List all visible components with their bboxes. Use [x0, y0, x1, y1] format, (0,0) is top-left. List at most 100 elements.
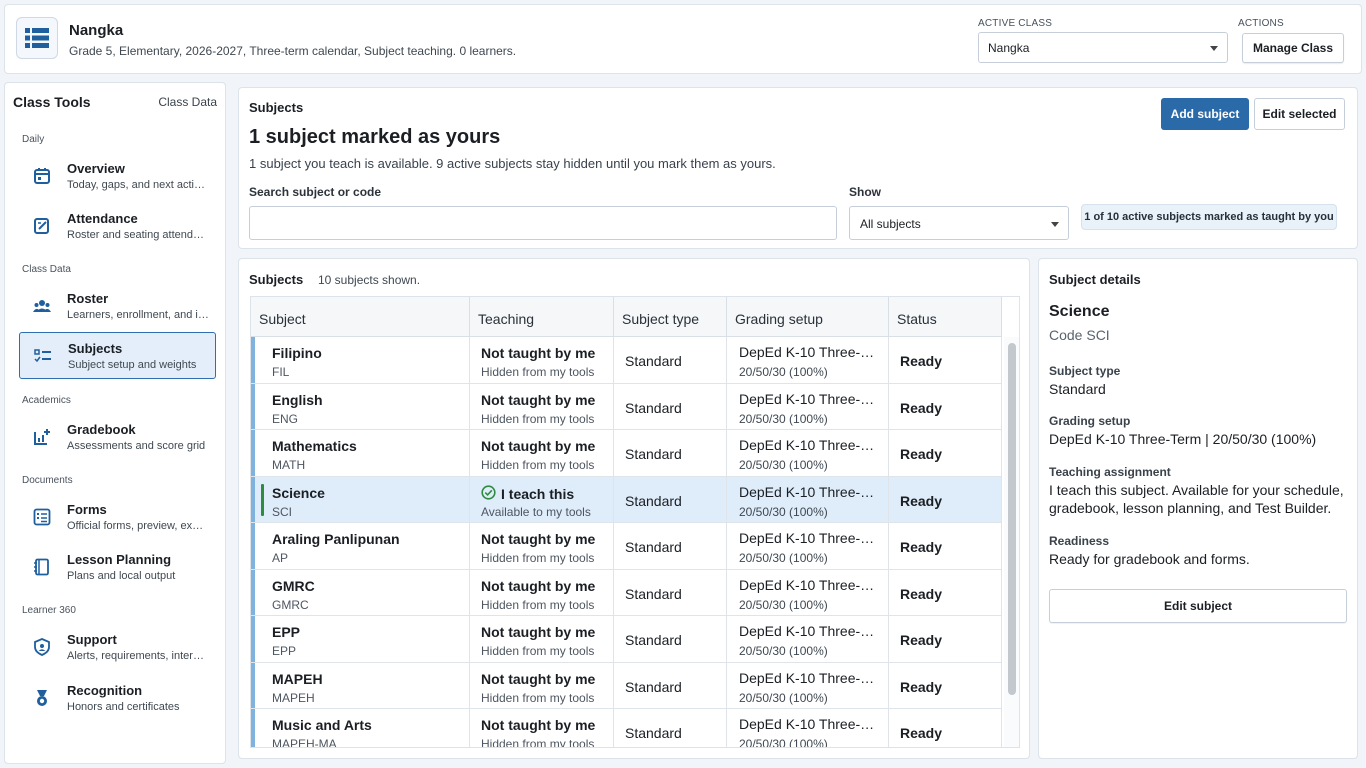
section-label-daily: Daily [22, 134, 45, 145]
calendar-icon [32, 166, 52, 186]
column-header-teaching[interactable]: Teaching [470, 297, 614, 337]
status-cell: Ready [889, 337, 1002, 383]
sidebar-item-support[interactable]: Support Alerts, requirements, interventi… [19, 624, 216, 671]
table-row[interactable]: MAPEH MAPEH Not taught by me Hidden from my… [251, 662, 1002, 709]
column-header-subject-type[interactable]: Subject type [614, 297, 727, 337]
add-subject-button[interactable]: Add subject [1161, 98, 1249, 130]
grading-setup-cell: DepEd K-10 Three-Term 20/50/30 (100%) [727, 337, 889, 383]
column-header-status[interactable]: Status [889, 297, 1002, 337]
teaching-cell[interactable]: I teach this Available to my tools [470, 476, 614, 522]
scrollbar[interactable] [1004, 337, 1019, 747]
subject-type: Standard [625, 446, 682, 462]
status-cell: Ready [889, 662, 1002, 708]
teaching-status: Not taught by me [481, 345, 595, 361]
subject-code: SCI [272, 504, 293, 519]
grading-setup: DepEd K-10 Three-Term [739, 390, 879, 407]
column-header-subject[interactable]: Subject [251, 297, 470, 337]
teaching-cell[interactable]: Not taught by me Hidden from my tools [470, 709, 614, 747]
subject-code: GMRC [272, 597, 309, 612]
active-class-select[interactable]: Nangka [978, 32, 1228, 63]
table-row[interactable]: EPP EPP Not taught by me Hidden from my too… [251, 616, 1002, 663]
teaching-cell[interactable]: Not taught by me Hidden from my tools [470, 569, 614, 615]
class-data-link[interactable]: Class Data [158, 95, 217, 109]
subject-type-label: Subject type [1049, 364, 1121, 378]
grading-weights: 20/50/30 (100%) [739, 504, 828, 519]
sidebar-title: Class Tools [13, 94, 91, 110]
table-row[interactable]: Mathematics MATH Not taught by me Hidden fr… [251, 430, 1002, 477]
list-icon[interactable] [16, 17, 58, 59]
scrollbar-thumb[interactable] [1008, 343, 1016, 695]
sidebar-item-forms[interactable]: Forms Official forms, preview, export [19, 494, 216, 541]
subject-code: FIL [272, 365, 290, 379]
teaching-cell[interactable]: Not taught by me Hidden from my tools [470, 616, 614, 662]
subject-type-cell: Standard [614, 430, 727, 476]
grading-setup-cell: DepEd K-10 Three-Term 20/50/30 (100%) [727, 383, 889, 429]
grading-setup-cell: DepEd K-10 Three-Term 20/50/30 (100%) [727, 569, 889, 615]
grading-setup-value: DepEd K-10 Three-Term | 20/50/30 (100%) [1049, 431, 1317, 447]
show-filter-select[interactable]: All subjects [849, 206, 1069, 240]
table-row[interactable]: Araling Panlipunan AP Not taught by me Hidd… [251, 523, 1002, 570]
teaching-status: Not taught by me [481, 717, 595, 733]
sidebar-item-recognition[interactable]: Recognition Honors and certificates [19, 675, 216, 722]
sidebar-item-desc: Honors and certificates [67, 701, 180, 713]
teaching-cell[interactable]: Not taught by me Hidden from my tools [470, 662, 614, 708]
sidebar-item-attendance[interactable]: Attendance Roster and seating attendance [19, 203, 216, 250]
teaching-note: Hidden from my tools [481, 411, 595, 426]
table-row[interactable]: Science SCI I teach this Available to my to… [251, 476, 1002, 523]
subject-code: AP [272, 551, 289, 565]
search-label: Search subject or code [249, 185, 382, 199]
sidebar-item-gradebook[interactable]: Gradebook Assessments and score grid [19, 414, 216, 461]
teaching-note: Hidden from my tools [481, 365, 595, 379]
table-row[interactable]: English ENG Not taught by me Hidden from my… [251, 383, 1002, 430]
subject-type: Standard [625, 539, 682, 555]
table-header: Subject Teaching Subject type Grading se… [251, 297, 1002, 337]
sidebar-item-overview[interactable]: Overview Today, gaps, and next actions [19, 153, 216, 200]
subject-name: English [272, 391, 323, 408]
sidebar-item-label: Gradebook [67, 422, 136, 437]
sidebar-item-roster[interactable]: Roster Learners, enrollment, and imports [19, 283, 216, 330]
status-value: Ready [900, 446, 943, 462]
table-row[interactable]: Filipino FIL Not taught by me Hidden from m… [251, 337, 1002, 384]
subject-cell: GMRC GMRC [251, 569, 470, 615]
subject-type: Standard [625, 632, 682, 648]
subject-cell: Filipino FIL [251, 337, 470, 383]
grading-setup-cell: DepEd K-10 Three-Term 20/50/30 (100%) [727, 616, 889, 662]
table-title: Subjects [249, 272, 304, 287]
subject-cell: EPP EPP [251, 616, 470, 662]
subject-cell: English ENG [251, 383, 470, 429]
subject-type-value: Standard [1049, 381, 1106, 397]
subject-name: Science [272, 484, 325, 501]
actions-label: ACTIONS [1238, 18, 1284, 29]
sidebar-item-subjects[interactable]: Subjects Subject setup and weights [19, 332, 216, 379]
table-row[interactable]: GMRC GMRC Not taught by me Hidden from my t… [251, 569, 1002, 616]
status-cell: Ready [889, 709, 1002, 747]
grading-weights: 20/50/30 (100%) [739, 597, 828, 612]
subjects-table-panel: Subjects 10 subjects shown. Subject Teac… [238, 258, 1030, 759]
status-value: Ready [900, 585, 943, 602]
subject-name: GMRC [272, 577, 315, 594]
teaching-cell[interactable]: Not taught by me Hidden from my tools [470, 383, 614, 429]
table-row[interactable]: Music and Arts MAPEH-MA Not taught by me Hi… [251, 709, 1002, 747]
column-header-grading-setup[interactable]: Grading setup [727, 297, 889, 337]
sidebar-item-label: Subjects [68, 341, 123, 356]
edit-subject-button[interactable]: Edit subject [1049, 589, 1347, 623]
subject-code: MATH [272, 458, 306, 472]
people-icon [32, 296, 52, 316]
subject-type-cell: Standard [614, 523, 727, 569]
teaching-note: Hidden from my tools [481, 597, 595, 612]
teaching-cell[interactable]: Not taught by me Hidden from my tools [470, 430, 614, 476]
teaching-status: Not taught by me [481, 392, 595, 408]
search-input[interactable] [249, 206, 837, 240]
sidebar-item-lesson-planning[interactable]: Lesson Planning Plans and local output [19, 544, 216, 591]
medal-icon [32, 688, 52, 708]
sidebar-item-label: Recognition [67, 683, 143, 698]
grading-setup: DepEd K-10 Three-Term [739, 576, 879, 593]
teaching-assignment-label: Teaching assignment [1049, 465, 1171, 479]
sidebar: Class Tools Class Data Daily Overview To… [4, 82, 226, 764]
class-name: Nangka [69, 22, 124, 39]
manage-class-button[interactable]: Manage Class [1242, 33, 1344, 63]
teaching-cell[interactable]: Not taught by me Hidden from my tools [470, 523, 614, 569]
edit-selected-button[interactable]: Edit selected [1254, 98, 1345, 130]
teaching-cell[interactable]: Not taught by me Hidden from my tools [470, 337, 614, 383]
sidebar-item-desc: Assessments and score grid [67, 440, 206, 452]
